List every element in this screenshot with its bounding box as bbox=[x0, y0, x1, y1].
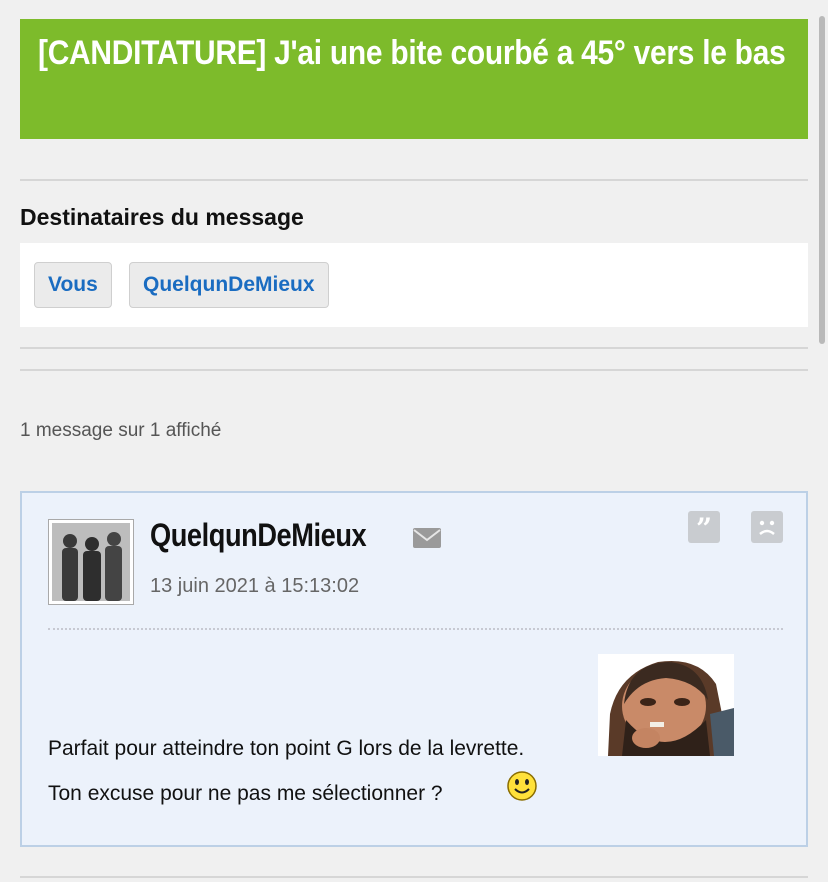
report-icon bbox=[759, 520, 775, 535]
avatar[interactable] bbox=[48, 519, 134, 605]
message-line-2: Ton excuse pour ne pas me sélectionner ? bbox=[48, 782, 443, 805]
separator bbox=[48, 628, 783, 630]
message-card: QuelqunDeMieux 13 juin 2021 à 15:13:02 ”… bbox=[20, 491, 808, 847]
divider bbox=[20, 179, 808, 181]
quote-button[interactable]: ” bbox=[688, 511, 720, 545]
author-name[interactable]: QuelqunDeMieux bbox=[150, 517, 367, 554]
smiley-icon bbox=[507, 771, 537, 801]
message-line-1: Parfait pour atteindre ton point G lors … bbox=[48, 737, 525, 760]
messages-count: 1 message sur 1 affiché bbox=[20, 420, 222, 441]
topic-title: [CANDITATURE] J'ai une bite courbé a 45°… bbox=[38, 34, 786, 72]
divider bbox=[20, 876, 808, 878]
topic-title-bar: [CANDITATURE] J'ai une bite courbé a 45°… bbox=[20, 19, 808, 139]
report-button[interactable] bbox=[751, 511, 783, 543]
divider bbox=[20, 369, 808, 371]
recipient-chip-vous[interactable]: Vous bbox=[34, 262, 112, 308]
recipient-chip-quelqundemieux[interactable]: QuelqunDeMieux bbox=[129, 262, 329, 308]
message-date: 13 juin 2021 à 15:13:02 bbox=[150, 575, 360, 597]
face-sticker-image bbox=[598, 654, 734, 756]
recipients-heading: Destinataires du message bbox=[20, 204, 304, 230]
quote-icon: ” bbox=[696, 512, 712, 545]
divider bbox=[20, 347, 808, 349]
svg-text:”: ” bbox=[696, 512, 712, 543]
scrollbar[interactable] bbox=[819, 16, 825, 344]
mail-icon[interactable] bbox=[412, 527, 442, 549]
avatar-silhouettes-icon bbox=[52, 523, 130, 601]
recipients-list: Vous QuelqunDeMieux bbox=[20, 243, 808, 327]
